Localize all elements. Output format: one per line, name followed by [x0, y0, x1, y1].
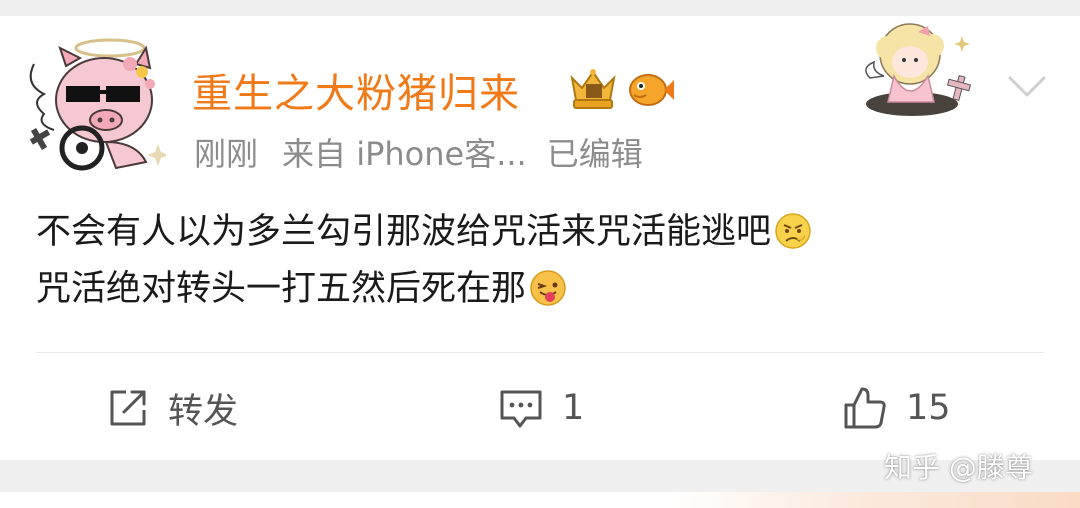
content-line-1: 不会有人以为多兰勾引那波给咒活来咒活能逃吧: [36, 204, 1046, 261]
like-button[interactable]: 15: [842, 384, 951, 432]
like-count: 15: [906, 388, 951, 428]
post-source[interactable]: 来自 iPhone客...: [282, 135, 527, 173]
like-icon: [844, 387, 886, 429]
content-line-2: 咒活绝对转头一打五然后死在那: [36, 261, 1046, 318]
zhihu-watermark: 知乎 @滕尊: [884, 451, 1033, 484]
next-card-peek: [0, 492, 1080, 508]
post-time: 刚刚: [194, 135, 259, 173]
chevron-down-icon[interactable]: [1006, 72, 1048, 102]
top-separator: [0, 0, 1080, 16]
repost-icon: [110, 390, 146, 426]
edited-label[interactable]: 已编辑: [547, 135, 643, 173]
repost-label: 转发: [168, 391, 239, 432]
user-avatar[interactable]: [26, 24, 166, 174]
username[interactable]: 重生之大粉猪归来: [192, 70, 520, 118]
repost-button[interactable]: 转发: [106, 384, 238, 432]
action-divider: [36, 352, 1044, 353]
tongue-emoji: [530, 270, 566, 306]
post-meta: 刚刚 来自 iPhone客... 已编辑: [194, 134, 643, 174]
post-content: 不会有人以为多兰勾引那波给咒活来咒活能逃吧 咒活绝对转头一打五然后死在那: [36, 204, 1046, 318]
content-text-2: 咒活绝对转头一打五然后死在那: [36, 269, 527, 309]
comment-icon: [500, 390, 542, 428]
content-text-1: 不会有人以为多兰勾引那波给咒活来咒活能逃吧: [36, 212, 772, 252]
angel-card-decoration: [865, 23, 972, 116]
frown-emoji: [775, 213, 811, 249]
fish-badge[interactable]: [626, 68, 674, 110]
comment-count: 1: [562, 388, 585, 428]
vip-crown-badge[interactable]: [566, 66, 620, 112]
comment-button[interactable]: 1: [498, 384, 584, 432]
